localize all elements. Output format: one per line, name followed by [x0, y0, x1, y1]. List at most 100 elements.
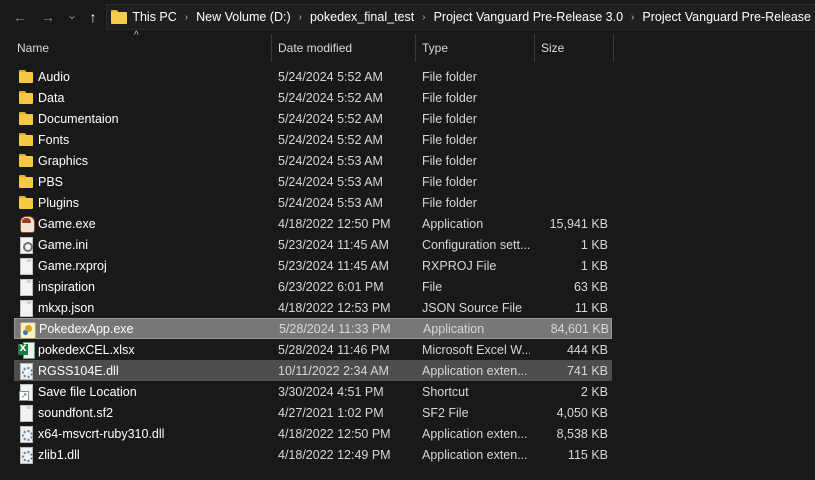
- file-row[interactable]: PBS 5/24/2024 5:53 AM File folder: [14, 171, 612, 192]
- file-size: 115 KB: [567, 447, 608, 462]
- file-date-modified: 5/24/2024 5:53 AM: [278, 153, 383, 168]
- file-date-modified: 5/24/2024 5:53 AM: [278, 195, 383, 210]
- file-size: 2 KB: [580, 384, 608, 399]
- file-date-modified: 10/11/2022 2:34 AM: [278, 363, 389, 378]
- file-row[interactable]: Graphics 5/24/2024 5:53 AM File folder: [14, 150, 612, 171]
- column-size[interactable]: Size: [541, 34, 613, 62]
- column-name[interactable]: Name: [17, 34, 271, 62]
- file-name: zlib1.dll: [38, 447, 80, 462]
- folder-icon: [18, 173, 34, 190]
- file-icon: [18, 404, 34, 422]
- file-row[interactable]: Plugins 5/24/2024 5:53 AM File folder: [14, 192, 612, 213]
- column-divider[interactable]: [613, 34, 614, 62]
- file-date-modified: 5/23/2024 11:45 AM: [278, 237, 389, 252]
- breadcrumb-new-volume[interactable]: New Volume (D:): [192, 10, 294, 24]
- file-icon: [18, 278, 34, 296]
- file-row[interactable]: Game.ini 5/23/2024 11:45 AM Configuration …: [14, 234, 612, 255]
- file-date-modified: 4/27/2021 1:02 PM: [278, 405, 384, 420]
- file-row[interactable]: RGSS104E.dll 10/11/2022 2:34 AM Applicatio…: [14, 360, 612, 381]
- file-type: Application exten...: [422, 363, 528, 378]
- back-arrow-icon[interactable]: ←: [10, 7, 30, 27]
- folder-icon: [18, 131, 34, 148]
- forward-arrow-icon[interactable]: →: [38, 7, 58, 27]
- dll-icon: [18, 425, 34, 443]
- column-divider[interactable]: [415, 34, 416, 62]
- breadcrumb-separator-icon[interactable]: ›: [295, 12, 306, 23]
- file-date-modified: 5/28/2024 11:33 PM: [279, 321, 391, 336]
- file-date-modified: 5/28/2024 11:46 PM: [278, 342, 390, 357]
- file-row[interactable]: Fonts 5/24/2024 5:52 AM File folder: [14, 129, 612, 150]
- column-divider[interactable]: [271, 34, 272, 62]
- file-size: 741 KB: [566, 363, 608, 378]
- address-bar[interactable]: › This PC › New Volume (D:) › pokedex_fi…: [106, 4, 815, 30]
- breadcrumb-separator-icon[interactable]: ›: [181, 12, 192, 23]
- file-row[interactable]: PokedexApp.exe 5/28/2024 11:33 PM Applicat…: [14, 318, 612, 339]
- file-type: RXPROJ File: [422, 258, 497, 273]
- file-row[interactable]: pokedexCEL.xlsx 5/28/2024 11:46 PM Microso…: [14, 339, 612, 360]
- file-name: Graphics: [38, 153, 89, 168]
- file-date-modified: 4/18/2022 12:50 PM: [278, 216, 391, 231]
- folder-icon: [18, 110, 34, 127]
- file-row[interactable]: Save file Location 3/30/2024 4:51 PM Short…: [14, 381, 612, 402]
- dll-icon: [18, 446, 34, 464]
- file-type: File folder: [422, 111, 477, 126]
- file-size: 4,050 KB: [556, 405, 608, 420]
- dll-icon: [18, 362, 34, 380]
- column-date-modified[interactable]: Date modified: [278, 34, 415, 62]
- file-size: 8,538 KB: [556, 426, 608, 441]
- breadcrumb-this-pc[interactable]: This PC: [128, 10, 180, 24]
- file-name: Game.ini: [38, 237, 89, 252]
- file-date-modified: 5/24/2024 5:52 AM: [278, 132, 383, 147]
- file-type: File folder: [422, 132, 477, 147]
- file-row[interactable]: inspiration 6/23/2022 6:01 PM File 63 KB: [14, 276, 612, 297]
- up-arrow-icon[interactable]: ↑: [83, 7, 103, 27]
- file-type: Microsoft Excel W...: [422, 342, 530, 357]
- breadcrumb-pokedex-final-test[interactable]: pokedex_final_test: [306, 10, 418, 24]
- file-row[interactable]: Documentaion 5/24/2024 5:52 AM File folder: [14, 108, 612, 129]
- breadcrumb-project-vanguard-current[interactable]: Project Vanguard Pre-Release 3.0: [638, 10, 815, 24]
- file-row[interactable]: x64-msvcrt-ruby310.dll 4/18/2022 12:50 PM…: [14, 423, 612, 444]
- game-exe-icon: [18, 215, 35, 233]
- file-size: 63 KB: [573, 279, 608, 294]
- file-size: 444 KB: [566, 342, 608, 357]
- file-size: 11 KB: [574, 300, 608, 315]
- file-date-modified: 5/24/2024 5:52 AM: [278, 69, 383, 84]
- file-type: Application exten...: [422, 426, 528, 441]
- column-date-label: Date modified: [278, 41, 353, 55]
- file-type: Shortcut: [422, 384, 469, 399]
- column-type[interactable]: Type: [422, 34, 534, 62]
- file-type: SF2 File: [422, 405, 469, 420]
- config-file-icon: [18, 236, 34, 254]
- file-type: File: [422, 279, 443, 294]
- navigation-bar: ← → ⌄ ↑ › This PC › New Volume (D:) › po…: [0, 0, 815, 34]
- file-name: Game.rxproj: [38, 258, 107, 273]
- file-name: x64-msvcrt-ruby310.dll: [38, 426, 165, 441]
- file-type: File folder: [422, 69, 477, 84]
- file-name: Save file Location: [38, 384, 137, 399]
- column-divider[interactable]: [534, 34, 535, 62]
- file-name: PBS: [38, 174, 64, 189]
- file-name: Data: [38, 90, 65, 105]
- file-size: 1 KB: [580, 237, 608, 252]
- file-row[interactable]: Audio 5/24/2024 5:52 AM File folder: [14, 66, 612, 87]
- file-date-modified: 4/18/2022 12:50 PM: [278, 426, 391, 441]
- file-row[interactable]: soundfont.sf2 4/27/2021 1:02 PM SF2 File 4,…: [14, 402, 612, 423]
- file-row[interactable]: mkxp.json 4/18/2022 12:53 PM JSON Source F…: [14, 297, 612, 318]
- breadcrumb-separator-icon[interactable]: ›: [627, 12, 638, 23]
- file-row[interactable]: Game.exe 4/18/2022 12:50 PM Application 15,…: [14, 213, 612, 234]
- file-name: Fonts: [38, 132, 70, 147]
- file-name: soundfont.sf2: [38, 405, 114, 420]
- file-name: mkxp.json: [38, 300, 95, 315]
- recent-locations-chevron-icon[interactable]: ⌄: [62, 5, 82, 25]
- breadcrumb-project-vanguard-parent[interactable]: Project Vanguard Pre-Release 3.0: [430, 10, 627, 24]
- breadcrumb-separator-icon[interactable]: ›: [418, 12, 429, 23]
- file-icon: [18, 299, 34, 317]
- file-size: 15,941 KB: [549, 216, 608, 231]
- folder-icon: [18, 68, 34, 85]
- file-row[interactable]: Game.rxproj 5/23/2024 11:45 AM RXPROJ File…: [14, 255, 612, 276]
- file-date-modified: 5/24/2024 5:53 AM: [278, 174, 383, 189]
- file-date-modified: 5/23/2024 11:45 AM: [278, 258, 389, 273]
- file-name: inspiration: [38, 279, 95, 294]
- file-row[interactable]: zlib1.dll 4/18/2022 12:49 PM Application e…: [14, 444, 612, 465]
- file-row[interactable]: Data 5/24/2024 5:52 AM File folder: [14, 87, 612, 108]
